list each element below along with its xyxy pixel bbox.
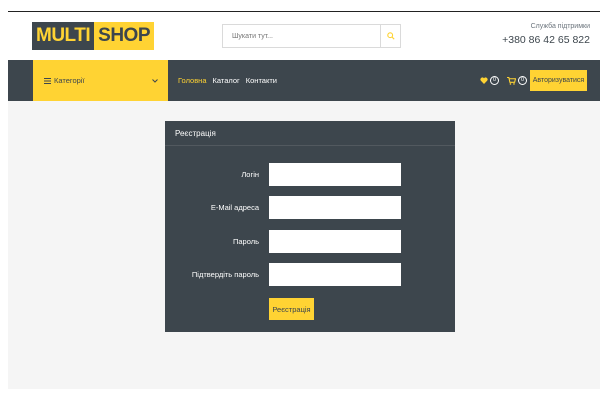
top-divider	[8, 11, 600, 12]
heart-icon	[480, 77, 488, 84]
confirm-password-input[interactable]	[269, 263, 401, 286]
support-label: Служба підтримки	[530, 23, 590, 30]
search-box	[222, 24, 401, 48]
search-input[interactable]	[223, 25, 380, 47]
logo-shop: SHOP	[94, 22, 154, 50]
password-input[interactable]	[269, 230, 401, 253]
support-info: Служба підтримки +380 86 42 65 822	[502, 22, 590, 48]
logo[interactable]: MULTI SHOP	[32, 22, 154, 50]
cart-button[interactable]: 0	[507, 76, 527, 85]
wishlist-button[interactable]: 0	[480, 76, 499, 85]
login-label: Логін	[241, 170, 259, 179]
login-input[interactable]	[269, 163, 401, 186]
nav-link-contacts[interactable]: Контакти	[246, 76, 277, 85]
password-label: Пароль	[232, 237, 259, 246]
chevron-down-icon	[152, 78, 158, 83]
nav-icons: 0 0	[480, 60, 527, 101]
categories-dropdown[interactable]: Категорії	[33, 60, 168, 101]
main-menu: Головна Каталог Контакти	[178, 60, 277, 101]
registration-card: Реєстрація Логін E-Mail адреса Пароль Пі…	[165, 121, 455, 332]
login-button[interactable]: Авторизуватися	[530, 70, 587, 91]
wishlist-count: 0	[490, 76, 499, 85]
confirm-password-label: Підтвердіть пароль	[191, 270, 259, 279]
register-button[interactable]: Реєстрація	[269, 298, 314, 320]
nav-link-home[interactable]: Головна	[178, 76, 207, 85]
form-row-email: E-Mail адреса	[165, 196, 455, 219]
registration-title: Реєстрація	[165, 121, 455, 146]
cart-count: 0	[518, 76, 527, 85]
form-row-password: Пароль	[165, 230, 455, 253]
email-label: E-Mail адреса	[210, 203, 259, 212]
support-phone: +380 86 42 65 822	[502, 34, 590, 46]
cart-icon	[507, 76, 516, 85]
search-icon	[386, 32, 395, 40]
logo-multi: MULTI	[32, 22, 95, 50]
categories-label: Категорії	[54, 76, 85, 85]
email-input[interactable]	[269, 196, 401, 219]
nav-link-catalog[interactable]: Каталог	[213, 76, 240, 85]
menu-icon	[44, 77, 51, 84]
form-row-confirm-password: Підтвердіть пароль	[165, 263, 455, 286]
form-row-login: Логін	[165, 163, 455, 186]
navbar: Категорії Головна Каталог Контакти 0 0 А…	[8, 60, 600, 101]
search-button[interactable]	[380, 25, 400, 47]
